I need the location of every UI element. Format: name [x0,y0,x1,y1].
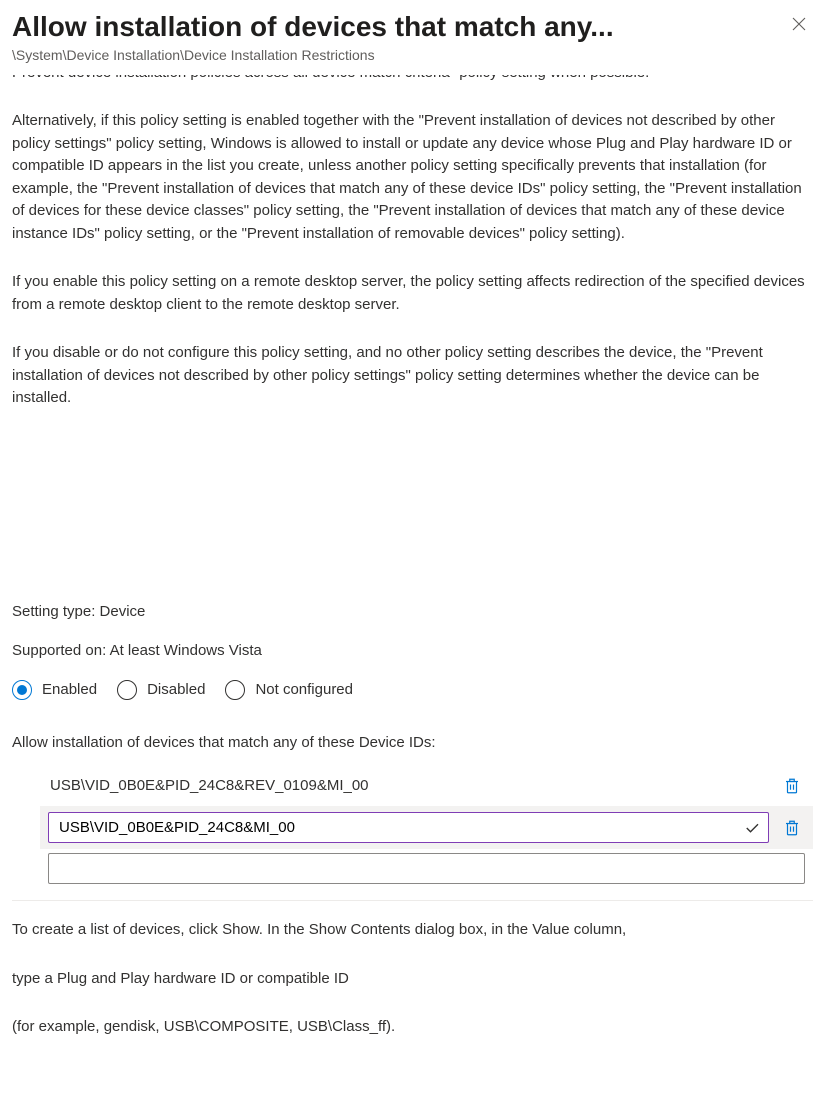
panel-header: Allow installation of devices that match… [12,0,813,44]
radio-label: Disabled [147,679,205,700]
footer-paragraph: To create a list of devices, click Show.… [12,919,813,942]
close-button[interactable] [785,10,813,38]
description-viewport[interactable]: target Windows 10 versions. It is recomm… [12,75,813,583]
device-id-value[interactable]: USB\VID_0B0E&PID_24C8&REV_0109&MI_00 [48,771,769,800]
device-id-new-input[interactable] [48,853,805,884]
device-id-row-new [40,849,813,890]
policy-settings-panel: Allow installation of devices that match… [0,0,825,1089]
description-paragraph: Alternatively, if this policy setting is… [12,110,813,245]
footer-paragraph: (for example, gendisk, USB\COMPOSITE, US… [12,1016,813,1039]
device-ids-label: Allow installation of devices that match… [12,732,813,753]
description-content: target Windows 10 versions. It is recomm… [12,75,813,436]
setting-type-label: Setting type: Device [12,601,813,622]
breadcrumb: \System\Device Installation\Device Insta… [12,46,813,66]
state-radio-group: Enabled Disabled Not configured [12,679,813,700]
delete-row-button[interactable] [779,773,805,799]
radio-label: Not configured [255,679,353,700]
device-id-list: USB\VID_0B0E&PID_24C8&REV_0109&MI_00 [12,765,813,890]
radio-icon [117,680,137,700]
footer-help-text: To create a list of devices, click Show.… [12,919,813,1039]
description-paragraph: If you disable or do not configure this … [12,342,813,410]
radio-icon [225,680,245,700]
delete-row-button[interactable] [779,815,805,841]
trash-icon [783,819,801,837]
radio-icon [12,680,32,700]
radio-enabled[interactable]: Enabled [12,679,97,700]
radio-label: Enabled [42,679,97,700]
radio-not-configured[interactable]: Not configured [225,679,353,700]
page-title: Allow installation of devices that match… [12,10,614,44]
section-divider [12,900,813,901]
device-id-edit-wrap [48,812,769,843]
description-paragraph: target Windows 10 versions. It is recomm… [12,75,813,84]
footer-paragraph: type a Plug and Play hardware ID or comp… [12,968,813,991]
device-id-input[interactable] [48,812,769,843]
device-id-row: USB\VID_0B0E&PID_24C8&REV_0109&MI_00 [40,765,813,806]
device-id-row [40,806,813,849]
close-icon [791,16,807,32]
description-paragraph: If you enable this policy setting on a r… [12,271,813,316]
supported-on-label: Supported on: At least Windows Vista [12,640,813,661]
trash-icon [783,777,801,795]
radio-disabled[interactable]: Disabled [117,679,205,700]
